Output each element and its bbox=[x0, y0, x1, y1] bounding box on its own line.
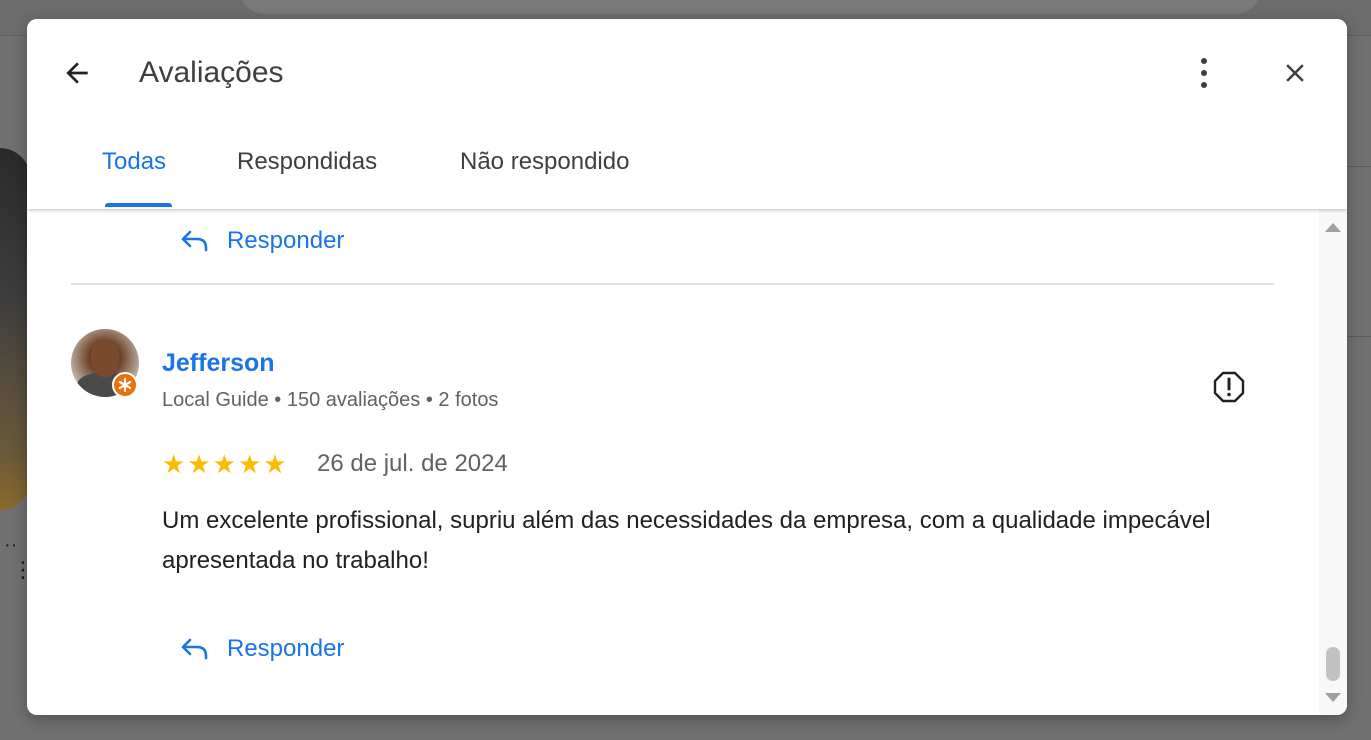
reply-label: Responder bbox=[227, 635, 345, 662]
reply-button[interactable]: Responder bbox=[181, 635, 344, 663]
report-icon bbox=[1213, 371, 1245, 403]
star-icon: ★ bbox=[212, 449, 236, 479]
review-text: Um excelente profissional, supriu além d… bbox=[162, 507, 1211, 574]
background-ellipsis: ·· bbox=[4, 534, 18, 556]
report-review-button[interactable] bbox=[1209, 367, 1249, 407]
dialog-title: Avaliações bbox=[139, 56, 284, 89]
background-photo bbox=[0, 148, 30, 510]
star-icon: ★ bbox=[187, 449, 211, 479]
reply-icon bbox=[181, 638, 208, 660]
reviewer-name[interactable]: Jefferson bbox=[162, 349, 275, 378]
star-icon: ★ bbox=[237, 449, 262, 479]
scroll-up-arrow-icon[interactable] bbox=[1325, 223, 1341, 232]
reviews-list: Responder Jefferson Local Guide • 150 av… bbox=[27, 209, 1317, 715]
tab-respondidas[interactable]: Respondidas bbox=[237, 133, 377, 209]
arrow-left-icon bbox=[66, 62, 88, 84]
reviewer-meta: Local Guide • 150 avaliações • 2 fotos bbox=[162, 389, 499, 411]
more-options-button[interactable] bbox=[1184, 51, 1224, 95]
star-icon: ★ bbox=[162, 449, 186, 479]
star-icon: ★ bbox=[263, 449, 287, 479]
close-icon bbox=[1286, 64, 1304, 82]
background-search-bar bbox=[240, 0, 1260, 14]
scroll-down-arrow-icon[interactable] bbox=[1325, 693, 1341, 702]
tab-nao-respondido[interactable]: Não respondido bbox=[460, 133, 629, 209]
reply-icon bbox=[181, 230, 208, 252]
close-button[interactable] bbox=[1273, 51, 1317, 95]
tab-todas[interactable]: Todas bbox=[102, 133, 166, 209]
avatar-face bbox=[91, 339, 119, 377]
scrollbar[interactable] bbox=[1319, 209, 1347, 715]
reply-label: Responder bbox=[227, 227, 345, 254]
dialog-header: Avaliações Todas Respondidas Não respond… bbox=[27, 19, 1347, 209]
review-date: 26 de jul. de 2024 bbox=[317, 450, 508, 477]
more-vert-icon bbox=[1201, 58, 1207, 88]
background-more-icon: ⋮ bbox=[12, 557, 34, 582]
asterisk-icon bbox=[118, 378, 132, 392]
active-tab-indicator bbox=[105, 203, 172, 207]
reply-button[interactable]: Responder bbox=[181, 227, 344, 255]
local-guide-badge-icon bbox=[112, 372, 138, 398]
back-button[interactable] bbox=[57, 53, 97, 93]
scrollbar-thumb[interactable] bbox=[1326, 647, 1340, 681]
review-divider bbox=[71, 283, 1274, 285]
reviews-dialog: Avaliações Todas Respondidas Não respond… bbox=[27, 19, 1347, 715]
star-rating: ★ ★ ★ ★ ★ bbox=[162, 449, 287, 479]
